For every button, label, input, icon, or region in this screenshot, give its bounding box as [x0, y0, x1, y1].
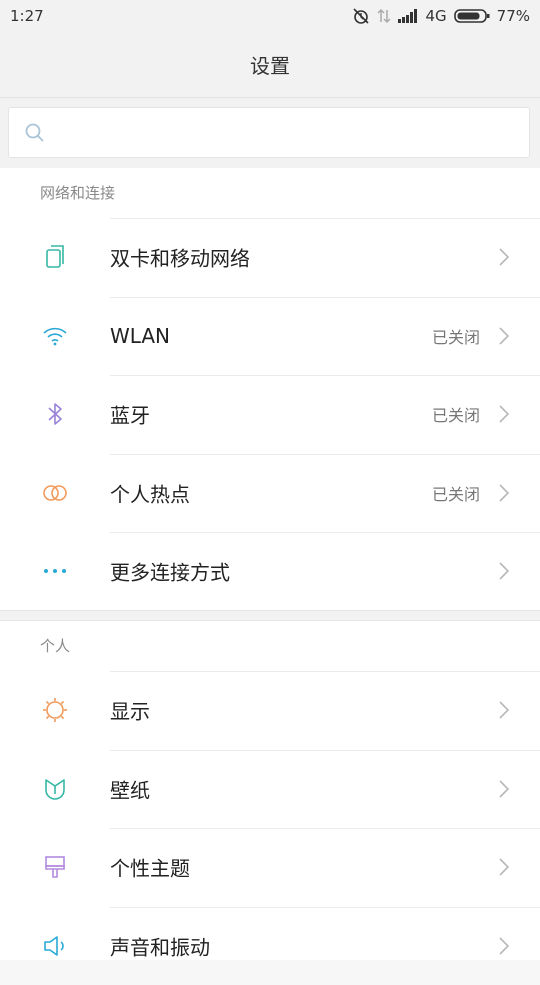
brightness-icon — [40, 695, 70, 725]
sim-card-icon — [40, 242, 70, 272]
more-dots-icon — [40, 556, 70, 586]
search-box[interactable] — [8, 107, 530, 158]
item-label: WLAN — [110, 324, 170, 348]
search-icon — [24, 122, 46, 148]
chevron-right-icon — [498, 699, 512, 721]
chevron-right-icon — [498, 403, 512, 425]
battery-icon — [454, 8, 490, 24]
search-area — [0, 98, 540, 168]
section-header: 个人 — [0, 621, 540, 671]
wifi-icon — [40, 321, 70, 351]
network-type: 4G — [425, 7, 446, 25]
battery-percent: 77% — [497, 7, 530, 25]
chevron-right-icon — [498, 246, 512, 268]
wallpaper-icon — [40, 774, 70, 804]
item-label: 个性主题 — [110, 853, 190, 882]
settings-item-sound[interactable]: 声音和振动 — [0, 907, 540, 985]
settings-item-dual-sim[interactable]: 双卡和移动网络 — [0, 218, 540, 297]
data-arrows-icon — [377, 8, 391, 24]
settings-item-bluetooth[interactable]: 蓝牙 已关闭 — [0, 375, 540, 454]
bluetooth-icon — [40, 399, 70, 429]
section-personal: 个人 显示 壁纸 个性主题 声音和振动 — [0, 621, 540, 960]
chevron-right-icon — [498, 560, 512, 582]
status-time: 1:27 — [10, 7, 352, 25]
settings-item-wlan[interactable]: WLAN 已关闭 — [0, 297, 540, 376]
alarm-off-icon — [352, 7, 370, 25]
item-label: 蓝牙 — [110, 400, 150, 429]
chevron-right-icon — [498, 778, 512, 800]
section-header: 网络和连接 — [0, 168, 540, 218]
item-value: 已关闭 — [432, 324, 480, 348]
page-title: 设置 — [250, 50, 290, 79]
search-input[interactable] — [61, 116, 515, 152]
item-label: 声音和振动 — [110, 931, 210, 960]
settings-item-display[interactable]: 显示 — [0, 671, 540, 750]
chevron-right-icon — [498, 856, 512, 878]
section-network: 网络和连接 双卡和移动网络 WLAN 已关闭 蓝牙 已关闭 个人热点 已关闭 — [0, 168, 540, 610]
item-label: 显示 — [110, 696, 150, 725]
settings-item-hotspot[interactable]: 个人热点 已关闭 — [0, 454, 540, 533]
chevron-right-icon — [498, 482, 512, 504]
settings-item-more-connections[interactable]: 更多连接方式 — [0, 532, 540, 611]
hotspot-icon — [40, 478, 70, 508]
theme-brush-icon — [40, 852, 70, 882]
chevron-right-icon — [498, 935, 512, 957]
chevron-right-icon — [498, 325, 512, 347]
signal-icon — [398, 9, 418, 23]
item-value: 已关闭 — [432, 481, 480, 505]
section-divider — [0, 610, 540, 621]
item-label: 双卡和移动网络 — [110, 243, 250, 272]
sound-icon — [40, 931, 70, 961]
item-label: 个人热点 — [110, 478, 190, 507]
settings-item-themes[interactable]: 个性主题 — [0, 828, 540, 907]
item-label: 更多连接方式 — [110, 557, 230, 586]
settings-item-wallpaper[interactable]: 壁纸 — [0, 750, 540, 829]
item-value: 已关闭 — [432, 402, 480, 426]
item-label: 壁纸 — [110, 774, 150, 803]
page-title-bar: 设置 — [0, 32, 540, 98]
status-bar: 1:27 4G 77% — [0, 0, 540, 32]
